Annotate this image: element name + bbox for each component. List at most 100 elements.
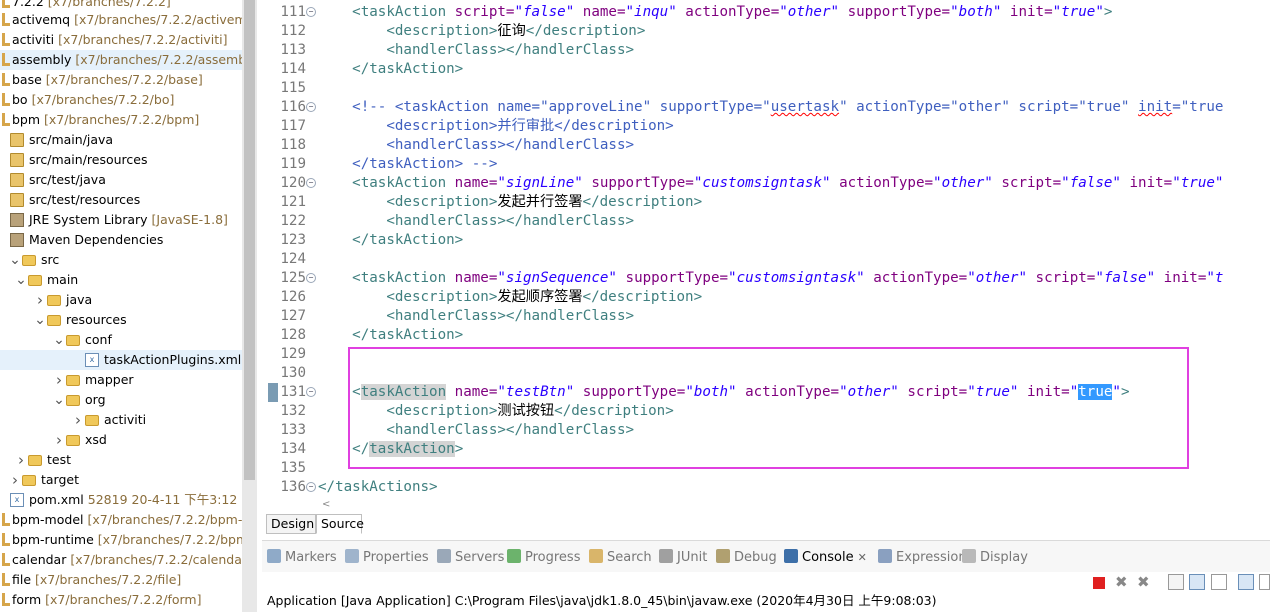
view-tab-display[interactable]: Display	[962, 549, 1028, 567]
expand-arrow-icon[interactable]: ⌄	[52, 330, 66, 350]
tree-item[interactable]: › java	[0, 290, 242, 310]
code-line[interactable]: 116− <!-- <taskAction name="approveLine"…	[262, 98, 1270, 117]
code-line[interactable]: 112 <description>征询</description>	[262, 22, 1270, 41]
expand-arrow-icon[interactable]: ⌄	[14, 270, 28, 290]
view-tab-debug[interactable]: Debug	[716, 549, 777, 567]
scroll-left-icon[interactable]: <	[322, 499, 330, 510]
code-line[interactable]: 118 <handlerClass></handlerClass>	[262, 136, 1270, 155]
tree-item[interactable]: ⌄ src	[0, 250, 242, 270]
collapse-arrow-icon[interactable]: ›	[33, 290, 47, 310]
word-wrap-icon[interactable]	[1211, 574, 1227, 590]
code-line[interactable]: 121 <description>发起并行签署</description>	[262, 193, 1270, 212]
collapse-arrow-icon[interactable]: ›	[8, 470, 22, 490]
collapse-arrow-icon[interactable]: ›	[52, 370, 66, 390]
tree-item[interactable]: src/main/resources	[0, 150, 242, 170]
code-line[interactable]: 128 </taskAction>	[262, 326, 1270, 345]
tree-item[interactable]: › target	[0, 470, 242, 490]
code-line[interactable]: 123 </taskAction>	[262, 231, 1270, 250]
scroll-lock-icon[interactable]	[1189, 574, 1205, 590]
tree-item[interactable]: x pom.xml 52819 20-4-11 下午3:12 li	[0, 490, 242, 510]
code-line[interactable]: 120− <taskAction name="signLine" support…	[262, 174, 1270, 193]
tree-item[interactable]: ⌄ main	[0, 270, 242, 290]
tree-item[interactable]: form [x7/branches/7.2.2/form]	[0, 590, 242, 610]
code-line[interactable]: 133 <handlerClass></handlerClass>	[262, 421, 1270, 440]
explorer-scrollbar[interactable]	[242, 0, 257, 612]
code-line[interactable]: 131− <taskAction name="testBtn" supportT…	[262, 383, 1270, 402]
terminate-icon[interactable]	[1093, 577, 1105, 589]
tree-item[interactable]: JRE System Library [JavaSE-1.8]	[0, 210, 242, 230]
code-line[interactable]: 114 </taskAction>	[262, 60, 1270, 79]
code-line[interactable]: 113 <handlerClass></handlerClass>	[262, 41, 1270, 60]
code-line[interactable]: 132 <description>测试按钮</description>	[262, 402, 1270, 421]
tree-item[interactable]: base [x7/branches/7.2.2/base]	[0, 70, 242, 90]
tree-item[interactable]: activemq [x7/branches/7.2.2/activemq]	[0, 10, 242, 30]
tree-item[interactable]: bpm [x7/branches/7.2.2/bpm]	[0, 110, 242, 130]
code-line[interactable]: 111− <taskAction script="false" name="in…	[262, 3, 1270, 22]
code-line[interactable]: 124	[262, 250, 1270, 269]
fold-toggle-icon[interactable]: −	[306, 387, 316, 397]
view-tab-expressions[interactable]: Expressions	[878, 549, 973, 567]
tree-item[interactable]: activiti [x7/branches/7.2.2/activiti]	[0, 30, 242, 50]
collapse-arrow-icon[interactable]: ›	[14, 450, 28, 470]
tree-item[interactable]: Maven Dependencies	[0, 230, 242, 250]
tree-item[interactable]: assembly [x7/branches/7.2.2/assembly]	[0, 50, 242, 70]
explorer-scrollbar-thumb[interactable]	[244, 0, 255, 480]
view-tab-servers[interactable]: Servers	[437, 549, 504, 567]
view-tab-progress[interactable]: Progress	[507, 549, 580, 567]
code-line[interactable]: 135	[262, 459, 1270, 478]
fold-toggle-icon[interactable]: −	[306, 273, 316, 283]
fold-toggle-icon[interactable]: −	[306, 482, 316, 492]
remove-all-icon[interactable]: ✖	[1137, 574, 1153, 590]
tree-item[interactable]: src/test/resources	[0, 190, 242, 210]
close-icon[interactable]: ✕	[858, 551, 867, 564]
code-line[interactable]: 134 </taskAction>	[262, 440, 1270, 459]
tree-item[interactable]: bo [x7/branches/7.2.2/bo]	[0, 90, 242, 110]
collapse-arrow-icon[interactable]: ›	[71, 410, 85, 430]
code-line[interactable]: 126 <description>发起顺序签署</description>	[262, 288, 1270, 307]
code-line[interactable]: 115	[262, 79, 1270, 98]
expand-arrow-icon[interactable]: ⌄	[52, 390, 66, 410]
code-line[interactable]: 130	[262, 364, 1270, 383]
code-line[interactable]: 129	[262, 345, 1270, 364]
tree-item[interactable]: calendar [x7/branches/7.2.2/calendar]	[0, 550, 242, 570]
pin-console-icon[interactable]	[1238, 574, 1254, 590]
tab-source[interactable]: Source	[316, 514, 364, 534]
tree-item[interactable]: › activiti	[0, 410, 242, 430]
clear-console-icon[interactable]	[1168, 574, 1184, 590]
editor-hscrollbar[interactable]: <	[318, 498, 1270, 512]
view-tab-markers[interactable]: Markers	[267, 549, 337, 567]
code-line[interactable]: 125− <taskAction name="signSequence" sup…	[262, 269, 1270, 288]
tab-design[interactable]: Design	[266, 514, 316, 534]
xml-editor[interactable]: 111− <taskAction script="false" name="in…	[262, 0, 1270, 500]
tree-item[interactable]: ⌄ org	[0, 390, 242, 410]
tree-item[interactable]: bpm-runtime [x7/branches/7.2.2/bpm-runt	[0, 530, 242, 550]
tree-item[interactable]: › test	[0, 450, 242, 470]
remove-launch-icon[interactable]: ✖	[1115, 574, 1131, 590]
package-folder-icon	[10, 133, 24, 147]
code-line[interactable]: 117 <description>并行审批</description>	[262, 117, 1270, 136]
tree-item[interactable]: ⌄ resources	[0, 310, 242, 330]
view-tab-console[interactable]: Console ✕	[784, 549, 867, 567]
collapse-arrow-icon[interactable]: ›	[52, 430, 66, 450]
tree-item[interactable]: xtaskActionPlugins.xml 5	[0, 350, 242, 370]
fold-toggle-icon[interactable]: −	[306, 7, 316, 17]
fold-toggle-icon[interactable]: −	[306, 102, 316, 112]
expand-arrow-icon[interactable]: ⌄	[8, 250, 22, 270]
expand-arrow-icon[interactable]: ⌄	[33, 310, 47, 330]
tree-item[interactable]: › mapper	[0, 370, 242, 390]
tree-item[interactable]: ⌄ conf	[0, 330, 242, 350]
view-tab-properties[interactable]: Properties	[345, 549, 429, 567]
tree-item[interactable]: bpm-model [x7/branches/7.2.2/bpm-m	[0, 510, 242, 530]
tree-item[interactable]: src/test/java	[0, 170, 242, 190]
view-tab-search[interactable]: Search	[589, 549, 652, 567]
view-tab-junit[interactable]: JUnit	[659, 549, 707, 567]
tree-item[interactable]: src/main/java	[0, 130, 242, 150]
display-console-icon[interactable]	[1259, 574, 1270, 590]
code-line[interactable]: 119 </taskAction> -->	[262, 155, 1270, 174]
code-line[interactable]: 122 <handlerClass></handlerClass>	[262, 212, 1270, 231]
code-line[interactable]: 127 <handlerClass></handlerClass>	[262, 307, 1270, 326]
code-line[interactable]: 136− </taskActions>	[262, 478, 1270, 497]
tree-item[interactable]: file [x7/branches/7.2.2/file]	[0, 570, 242, 590]
fold-toggle-icon[interactable]: −	[306, 178, 316, 188]
tree-item[interactable]: › xsd	[0, 430, 242, 450]
